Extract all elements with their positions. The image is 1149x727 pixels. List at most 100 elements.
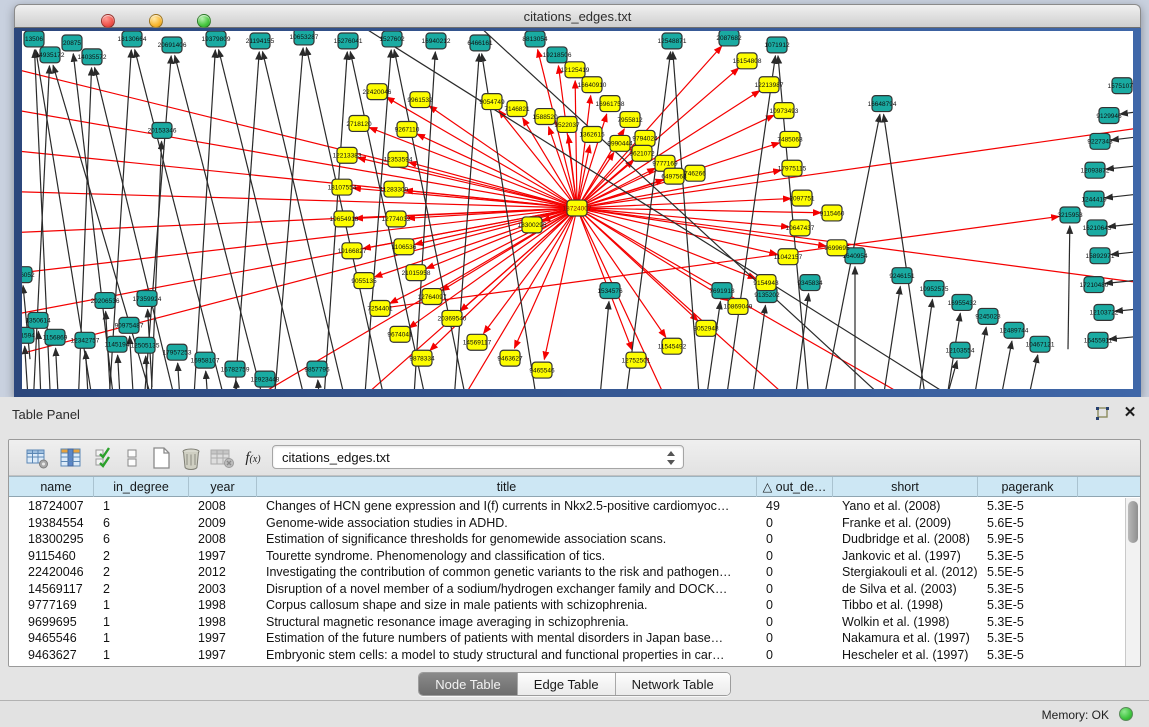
table-row[interactable]: 946362711997Embryonic stem cells: a mode… [9, 647, 1125, 664]
network-node[interactable]: 1156869 [43, 329, 68, 345]
network-node[interactable]: 12489744 [1000, 322, 1029, 338]
network-node[interactable]: 1071912 [764, 37, 790, 53]
network-node[interactable]: 12764097 [418, 289, 447, 305]
network-node[interactable]: 8813054 [522, 31, 548, 47]
network-node[interactable]: 9522037 [554, 117, 580, 133]
network-node[interactable]: 19379809 [202, 31, 231, 47]
column-header-short[interactable]: short [833, 477, 978, 497]
network-node[interactable]: 9990444 [607, 135, 633, 151]
network-node[interactable]: 9878334 [409, 350, 435, 366]
column-header-name[interactable]: name [19, 477, 94, 497]
network-node[interactable]: 20153346 [148, 122, 177, 138]
network-node[interactable]: 746266 [684, 165, 706, 181]
network-node[interactable]: 18724007 [563, 200, 592, 216]
network-node[interactable]: 20206536 [91, 293, 120, 309]
network-node[interactable]: 12548871 [658, 33, 687, 49]
network-node[interactable]: 9055135 [351, 273, 377, 289]
network-node[interactable]: 2718120 [346, 116, 372, 132]
network-node[interactable]: 12213987 [755, 77, 784, 93]
network-node[interactable]: 16640910 [578, 77, 607, 93]
network-node[interactable]: 9246151 [889, 268, 915, 284]
network-node[interactable]: 9621072 [629, 145, 655, 161]
network-node[interactable]: 9054749 [479, 94, 505, 110]
network-node[interactable]: 7254401 [367, 300, 393, 316]
network-node[interactable]: 90975487 [115, 317, 144, 333]
network-node[interactable]: 16958107 [191, 352, 220, 368]
network-node[interactable]: 21015958 [402, 265, 431, 281]
network-node[interactable]: 18130664 [118, 31, 147, 47]
network-node[interactable]: 9115460 [820, 205, 845, 221]
network-node[interactable]: 2097751 [789, 190, 815, 206]
network-node[interactable]: 12213383 [333, 147, 362, 163]
network-node[interactable]: 11042157 [774, 249, 803, 265]
network-node[interactable]: 20691406 [158, 37, 187, 53]
network-node[interactable]: 12342757 [71, 332, 100, 348]
network-node[interactable]: 16782759 [221, 361, 250, 377]
network-node[interactable]: 2087682 [716, 31, 742, 46]
network-node[interactable]: 1362615 [579, 126, 605, 142]
network-node[interactable]: 10647437 [786, 220, 815, 236]
network-node[interactable]: 10467121 [1026, 336, 1055, 352]
network-node[interactable]: 12774032 [382, 211, 411, 227]
network-node[interactable]: 14935172 [36, 47, 65, 63]
network-node[interactable]: 7485063 [777, 131, 803, 147]
tab-network-table[interactable]: Network Table [616, 673, 730, 696]
new-table-icon[interactable] [147, 444, 175, 472]
network-node[interactable]: 17359924 [133, 291, 162, 307]
network-node[interactable]: 16455911 [1084, 332, 1113, 348]
column-header-title[interactable]: title [257, 477, 757, 497]
network-node[interactable]: 6497568 [661, 168, 687, 184]
table-row[interactable]: 1872400712008Changes of HCN gene express… [9, 498, 1125, 515]
network-node[interactable]: 22420046 [363, 84, 392, 100]
network-node[interactable]: 9129946 [1096, 108, 1122, 124]
network-node[interactable]: 391594 [22, 327, 35, 343]
network-node[interactable]: 16210643 [1083, 220, 1112, 236]
network-node[interactable]: 17957253 [163, 344, 192, 360]
network-node[interactable]: 16961758 [596, 96, 625, 112]
network-canvas[interactable]: 1872400718300295135062087514935172140355… [22, 31, 1133, 389]
network-node[interactable]: 10952575 [920, 281, 949, 297]
column-header-out_de[interactable]: △ out_de… [757, 477, 833, 497]
network-node[interactable]: 16940212 [422, 33, 451, 49]
network-node[interactable]: 19166827 [338, 243, 367, 259]
network-node[interactable]: 12093872 [1081, 162, 1110, 178]
table-row[interactable]: 911546021997Tourette syndrome. Phenomeno… [9, 548, 1125, 565]
network-node[interactable]: 12103554 [946, 342, 975, 358]
table-selector-dropdown[interactable]: citations_edges.txt [272, 445, 684, 469]
network-node[interactable]: 9857795 [304, 361, 330, 377]
network-node[interactable]: 1534576 [597, 283, 623, 299]
network-node[interactable]: 19218506 [543, 47, 572, 63]
network-node[interactable]: 12752501 [622, 352, 651, 368]
tab-node-table[interactable]: Node Table [419, 673, 518, 696]
scrollbar-thumb[interactable] [1128, 501, 1138, 543]
delete-table-icon[interactable] [177, 444, 205, 472]
network-node[interactable]: 17975115 [778, 160, 807, 176]
table-row[interactable]: 1456911722003Disruption of a novel membe… [9, 581, 1125, 598]
table-row[interactable]: 2242004622012Investigating the contribut… [9, 564, 1125, 581]
table-row[interactable]: 969969511998Structural magnetic resonanc… [9, 614, 1125, 631]
network-node[interactable]: 17210480 [1080, 277, 1109, 293]
network-node[interactable]: 16648794 [868, 96, 897, 112]
network-node[interactable]: 12103722 [1090, 304, 1119, 320]
network-node[interactable]: 11283309 [380, 181, 409, 197]
network-node[interactable]: 3215953 [1057, 207, 1083, 223]
network-node[interactable]: 19654918 [330, 211, 359, 227]
network-node[interactable]: 1350614 [25, 312, 51, 328]
network-node[interactable]: 7691918 [709, 283, 735, 299]
network-node[interactable]: 18107554 [328, 179, 357, 195]
function-builder-icon[interactable]: f(x) [239, 444, 267, 472]
column-header-pagerank[interactable]: pagerank [978, 477, 1078, 497]
network-node[interactable]: 10973493 [770, 103, 799, 119]
network-node[interactable]: 21194155 [246, 33, 275, 49]
select-columns-icon[interactable] [57, 444, 85, 472]
table-vertical-scrollbar[interactable] [1125, 498, 1140, 666]
network-node[interactable]: 1244419 [1081, 191, 1107, 207]
network-window-titlebar[interactable]: citations_edges.txt [14, 4, 1141, 28]
tab-edge-table[interactable]: Edge Table [518, 673, 616, 696]
network-node[interactable]: 10653287 [290, 31, 319, 45]
network-node[interactable]: 14035572 [78, 49, 107, 65]
network-node[interactable]: 9345834 [797, 275, 823, 291]
network-node[interactable]: 8052948 [693, 320, 719, 336]
table-row[interactable]: 1938455462009Genome-wide association stu… [9, 515, 1125, 532]
network-node[interactable]: 9267110 [395, 121, 420, 137]
